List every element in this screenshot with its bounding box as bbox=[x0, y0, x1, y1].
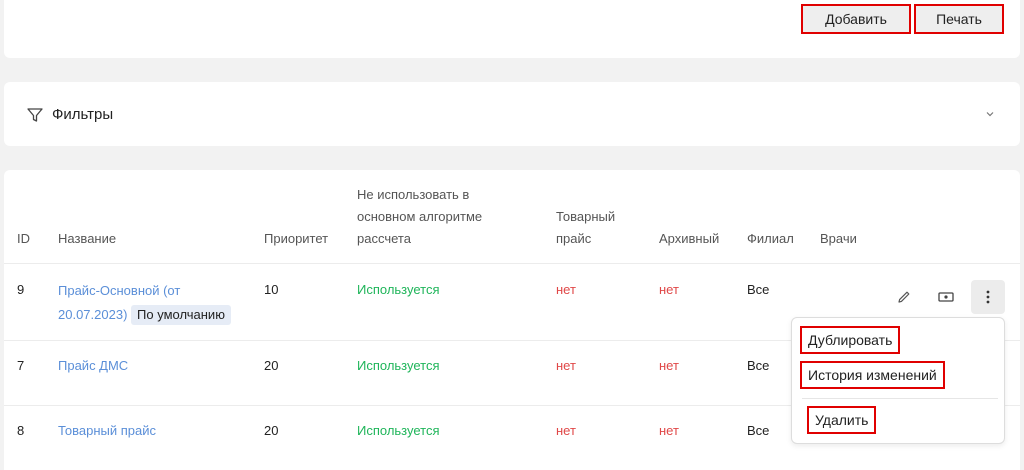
cell-id: 8 bbox=[17, 423, 25, 438]
price-link[interactable]: Товарный прайс bbox=[58, 420, 156, 442]
filter-icon bbox=[27, 108, 43, 122]
cell-branch: Все bbox=[747, 423, 770, 438]
cell-branch: Все bbox=[747, 358, 770, 373]
more-vertical-icon bbox=[986, 290, 990, 304]
default-badge: По умолчанию bbox=[131, 305, 231, 325]
menu-item-delete[interactable]: Удалить bbox=[807, 406, 877, 434]
cell-usage: Используется bbox=[357, 423, 440, 438]
header-name: Название bbox=[58, 231, 117, 246]
more-button[interactable] bbox=[971, 280, 1005, 314]
pencil-icon bbox=[898, 291, 910, 303]
add-button[interactable]: Добавить bbox=[801, 4, 911, 34]
header-goods-price: Товарный прайс bbox=[556, 209, 616, 246]
header-no-main-algorithm: Не использовать в основном алгоритме рас… bbox=[357, 187, 483, 246]
cell-goods: нет bbox=[556, 423, 576, 438]
cell-archive: нет bbox=[659, 282, 679, 297]
cell-usage: Используется bbox=[357, 358, 440, 373]
price-link[interactable]: Прайс-Основной (от bbox=[58, 279, 231, 303]
divider bbox=[4, 263, 1020, 264]
filters-label: Фильтры bbox=[52, 106, 114, 123]
filters-panel[interactable] bbox=[4, 82, 1020, 146]
cash-icon bbox=[938, 292, 954, 302]
actions-menu: Дублировать История изменений Удалить bbox=[791, 317, 1005, 444]
table-row-name: Прайс-Основной (от 20.07.2023) По умолча… bbox=[58, 279, 231, 327]
header-id: ID bbox=[17, 231, 30, 246]
toolbar-card: Добавить Печать bbox=[4, 0, 1020, 58]
price-link-date[interactable]: 20.07.2023) bbox=[58, 307, 127, 322]
cell-priority: 10 bbox=[264, 282, 279, 297]
edit-button[interactable] bbox=[890, 283, 918, 311]
header-archive: Архивный bbox=[659, 231, 720, 246]
cell-usage: Используется bbox=[357, 282, 440, 297]
cell-id: 9 bbox=[17, 282, 25, 297]
menu-item-history[interactable]: История изменений bbox=[800, 361, 945, 389]
menu-item-duplicate[interactable]: Дублировать bbox=[800, 326, 901, 354]
header-doctors: Врачи bbox=[820, 231, 857, 246]
header-branch: Филиал bbox=[747, 231, 794, 246]
cell-goods: нет bbox=[556, 358, 576, 373]
price-link[interactable]: Прайс ДМС bbox=[58, 355, 128, 377]
cell-goods: нет bbox=[556, 282, 576, 297]
cell-archive: нет bbox=[659, 358, 679, 373]
money-button[interactable] bbox=[932, 283, 960, 311]
cell-id: 7 bbox=[17, 358, 25, 373]
cell-priority: 20 bbox=[264, 423, 279, 438]
print-button[interactable]: Печать bbox=[914, 4, 1004, 34]
header-priority: Приоритет bbox=[264, 231, 329, 246]
cell-archive: нет bbox=[659, 423, 679, 438]
chevron-down-icon[interactable] bbox=[984, 108, 996, 120]
cell-branch: Все bbox=[747, 282, 770, 297]
cell-priority: 20 bbox=[264, 358, 279, 373]
menu-divider bbox=[802, 398, 998, 399]
